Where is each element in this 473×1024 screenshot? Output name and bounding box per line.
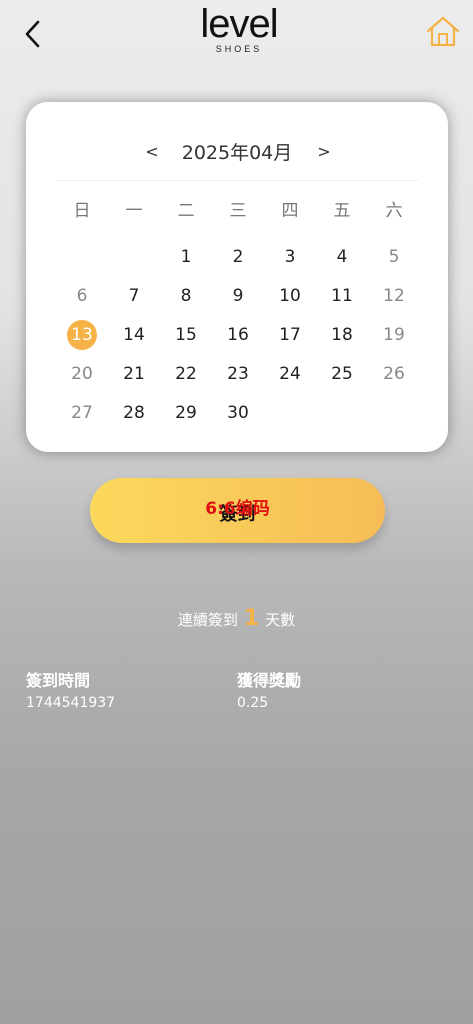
day-cell[interactable]: 10	[264, 281, 316, 320]
day-number: 7	[128, 286, 140, 306]
weekday-label: 日	[73, 201, 91, 221]
day-number: 24	[279, 364, 301, 384]
day-number: 3	[284, 247, 296, 267]
day-number: 25	[331, 364, 353, 384]
day-cell[interactable]: 16	[212, 320, 264, 359]
day-cell[interactable]: 4	[316, 242, 368, 281]
day-cell[interactable]: 23	[212, 359, 264, 398]
day-number: 28	[123, 403, 145, 423]
day-cell[interactable]: 11	[316, 281, 368, 320]
day-cell[interactable]: 15	[160, 320, 212, 359]
day-number: 6	[76, 286, 88, 306]
day-number: 30	[227, 403, 249, 423]
weekday-label: 二	[177, 201, 195, 221]
calendar-header: < 2025年04月 >	[26, 138, 448, 168]
day-cell[interactable]: 21	[108, 359, 160, 398]
day-cell-empty	[108, 242, 160, 281]
day-number: 18	[331, 325, 353, 345]
day-cell[interactable]: 7	[108, 281, 160, 320]
day-number: 11	[331, 286, 353, 306]
day-number: 12	[383, 286, 405, 306]
day-cell[interactable]: 30	[212, 398, 264, 437]
day-number: 21	[123, 364, 145, 384]
day-number: 10	[279, 286, 301, 306]
day-number: 8	[180, 286, 192, 306]
calendar-card: < 2025年04月 > 日一二三四五六 1 2 3 4 5 6 7 8 9 10 11 12 13 14…	[26, 102, 448, 452]
checkin-time-value: 1744541937	[26, 695, 116, 711]
day-cell[interactable]: 26	[368, 359, 420, 398]
checkin-overlay-text: 6:6编码	[205, 499, 270, 519]
checkin-time-header: 簽到時間	[26, 671, 91, 690]
day-number: 27	[71, 403, 93, 423]
day-cell[interactable]: 3	[264, 242, 316, 281]
day-cell[interactable]: 17	[264, 320, 316, 359]
day-number: 13	[67, 320, 97, 350]
logo-main-text: level	[200, 2, 278, 46]
day-cell[interactable]: 22	[160, 359, 212, 398]
day-cell-today[interactable]: 13	[56, 320, 108, 359]
day-cell[interactable]: 12	[368, 281, 420, 320]
day-number: 26	[383, 364, 405, 384]
streak-suffix: 天數	[265, 611, 296, 629]
calendar-divider	[56, 180, 418, 181]
day-cell[interactable]: 5	[368, 242, 420, 281]
day-cell[interactable]: 2	[212, 242, 264, 281]
day-number: 15	[175, 325, 197, 345]
day-cell[interactable]: 1	[160, 242, 212, 281]
weekday-row: 日一二三四五六	[56, 196, 420, 221]
home-icon[interactable]	[425, 14, 461, 50]
day-cell[interactable]: 6	[56, 281, 108, 320]
top-bar: level SHOES	[0, 0, 473, 70]
day-number: 29	[175, 403, 197, 423]
day-cell[interactable]: 14	[108, 320, 160, 359]
brand-logo: level SHOES	[196, 4, 282, 60]
weekday-label: 三	[229, 201, 247, 221]
reward-header: 獲得獎勵	[237, 671, 302, 690]
next-month-button[interactable]: >	[314, 142, 334, 161]
day-number: 20	[71, 364, 93, 384]
day-number: 14	[123, 325, 145, 345]
day-cell[interactable]: 25	[316, 359, 368, 398]
day-number: 19	[383, 325, 405, 345]
day-number: 5	[388, 247, 400, 267]
day-cell[interactable]: 9	[212, 281, 264, 320]
back-arrow-icon[interactable]	[20, 18, 48, 50]
checkin-button[interactable]: 簽到 6:6编码	[90, 478, 385, 543]
weekday-label: 四	[281, 201, 299, 221]
day-number: 16	[227, 325, 249, 345]
day-number: 22	[175, 364, 197, 384]
weekday-label: 一	[125, 201, 143, 221]
day-cell[interactable]: 19	[368, 320, 420, 359]
day-cell[interactable]: 8	[160, 281, 212, 320]
weekday-label: 五	[333, 201, 351, 221]
streak-prefix: 連續簽到	[177, 611, 238, 629]
day-number: 4	[336, 247, 348, 267]
streak-count: 1	[243, 606, 260, 631]
day-cell[interactable]: 27	[56, 398, 108, 437]
day-number: 2	[232, 247, 244, 267]
day-cell[interactable]: 28	[108, 398, 160, 437]
calendar-month-title: 2025年04月	[181, 142, 293, 164]
day-number: 9	[232, 286, 244, 306]
day-grid: 1 2 3 4 5 6 7 8 9 10 11 12 13 14 15 16 17 18 19 20 21 22 23 24 2…	[56, 242, 420, 437]
prev-month-button[interactable]: <	[142, 142, 162, 161]
day-cell[interactable]: 29	[160, 398, 212, 437]
streak-summary: 連續簽到 1 天數	[0, 606, 473, 631]
day-number: 17	[279, 325, 301, 345]
day-cell-empty	[56, 242, 108, 281]
reward-value: 0.25	[237, 695, 269, 711]
day-number: 1	[180, 247, 192, 267]
day-cell[interactable]: 18	[316, 320, 368, 359]
day-cell[interactable]: 20	[56, 359, 108, 398]
day-cell[interactable]: 24	[264, 359, 316, 398]
weekday-label: 六	[385, 201, 403, 221]
day-number: 23	[227, 364, 249, 384]
